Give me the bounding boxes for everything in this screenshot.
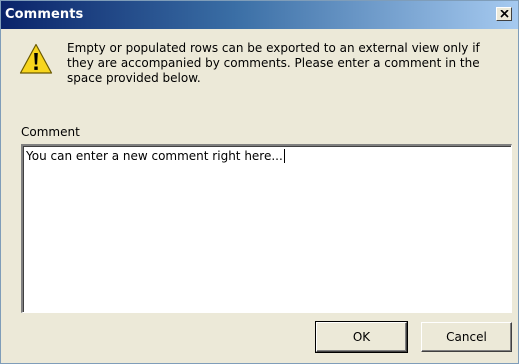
- comment-label: Comment: [21, 125, 80, 139]
- title-bar[interactable]: Comments: [1, 1, 518, 29]
- text-caret: [283, 149, 285, 163]
- comment-value: You can enter a new comment right here..…: [26, 149, 283, 163]
- close-button[interactable]: [496, 7, 512, 21]
- warning-icon: [19, 43, 53, 74]
- comment-text: You can enter a new comment right here..…: [26, 149, 285, 163]
- close-icon: [500, 10, 509, 18]
- comments-dialog: Comments Empty or populated rows can be …: [0, 0, 519, 364]
- ok-button[interactable]: OK: [315, 321, 408, 353]
- warning-message: Empty or populated rows can be exported …: [67, 41, 480, 85]
- window-title: Comments: [5, 7, 84, 22]
- comment-textarea[interactable]: You can enter a new comment right here..…: [21, 144, 512, 313]
- cancel-button[interactable]: Cancel: [421, 322, 512, 352]
